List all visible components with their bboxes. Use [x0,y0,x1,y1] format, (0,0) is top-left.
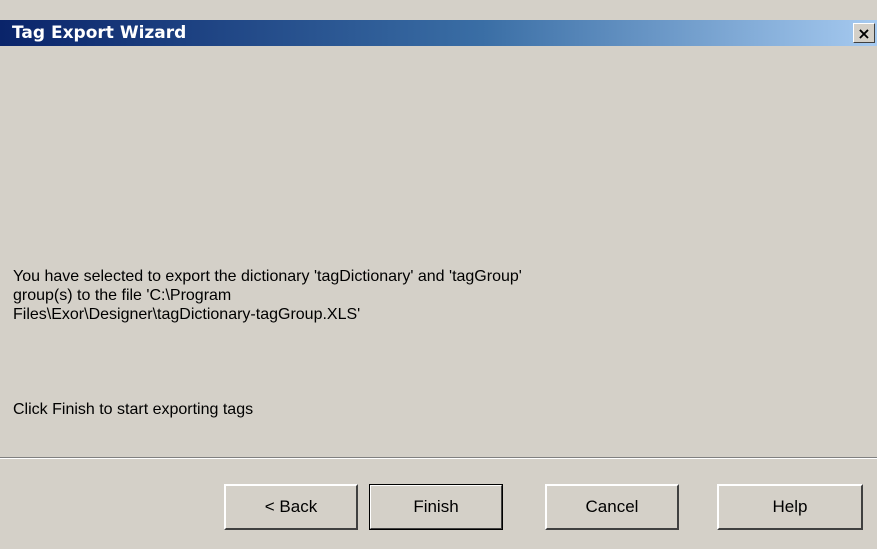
title-bar[interactable]: Tag Export Wizard × [0,20,877,46]
finish-hint-text: Click Finish to start exporting tags [13,401,254,418]
back-button[interactable]: < Back [224,484,358,530]
message-line: You have selected to export the dictiona… [13,268,522,285]
help-button[interactable]: Help [717,484,863,530]
message-line: Files\Exor\Designer\tagDictionary-tagGro… [13,306,361,323]
finish-button[interactable]: Finish [369,484,503,530]
cancel-button[interactable]: Cancel [545,484,679,530]
wizard-dialog: Tag Export Wizard × You have selected to… [0,0,877,549]
export-summary-message: You have selected to export the dictiona… [13,267,733,324]
close-icon: × [857,23,871,43]
window-title: Tag Export Wizard [12,23,187,43]
message-line: group(s) to the file 'C:\Program [13,287,232,304]
button-separator [0,457,877,459]
close-button[interactable]: × [853,23,875,43]
